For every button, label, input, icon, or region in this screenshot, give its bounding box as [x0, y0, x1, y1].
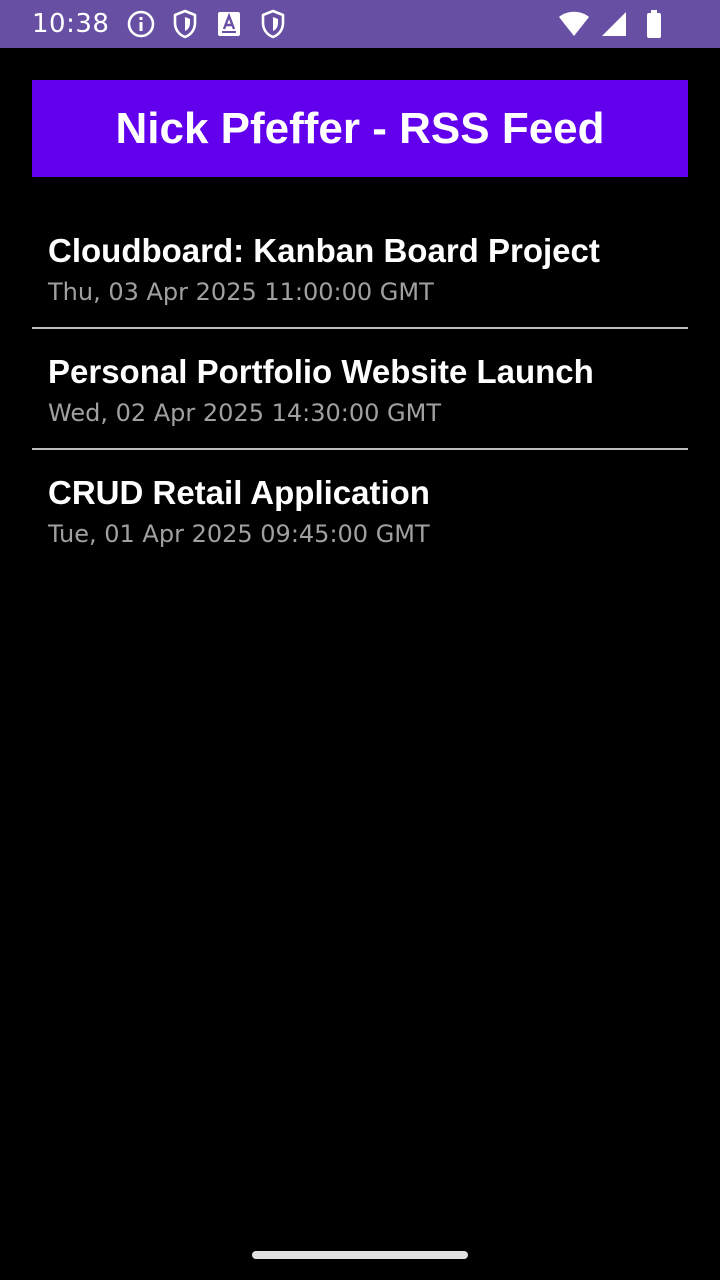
- status-right: [558, 0, 670, 48]
- feed-item[interactable]: CRUD Retail Application Tue, 01 Apr 2025…: [32, 450, 688, 571]
- shield-icon: [257, 8, 289, 40]
- rss-feed-list: Cloudboard: Kanban Board Project Thu, 03…: [32, 208, 688, 571]
- status-left: 10:38: [32, 8, 289, 40]
- page-title: Nick Pfeffer - RSS Feed: [115, 103, 605, 153]
- app-title-bar: Nick Pfeffer - RSS Feed: [32, 80, 688, 177]
- feed-item-date: Tue, 01 Apr 2025 09:45:00 GMT: [48, 520, 430, 548]
- status-bar: 10:38: [0, 0, 720, 48]
- battery-icon: [638, 8, 670, 40]
- feed-item-date: Wed, 02 Apr 2025 14:30:00 GMT: [48, 399, 441, 427]
- status-time: 10:38: [32, 9, 110, 39]
- feed-item-title: Personal Portfolio Website Launch: [48, 353, 594, 390]
- feed-item-title: CRUD Retail Application: [48, 474, 430, 511]
- text-a-icon: [213, 8, 245, 40]
- gesture-nav-handle[interactable]: [252, 1251, 468, 1259]
- signal-icon: [598, 8, 630, 40]
- feed-item-date: Thu, 03 Apr 2025 11:00:00 GMT: [48, 278, 434, 306]
- shield-icon: [169, 8, 201, 40]
- wifi-icon: [558, 8, 590, 40]
- feed-item-title: Cloudboard: Kanban Board Project: [48, 232, 600, 269]
- feed-item[interactable]: Cloudboard: Kanban Board Project Thu, 03…: [32, 208, 688, 329]
- feed-item[interactable]: Personal Portfolio Website Launch Wed, 0…: [32, 329, 688, 450]
- info-icon: [125, 8, 157, 40]
